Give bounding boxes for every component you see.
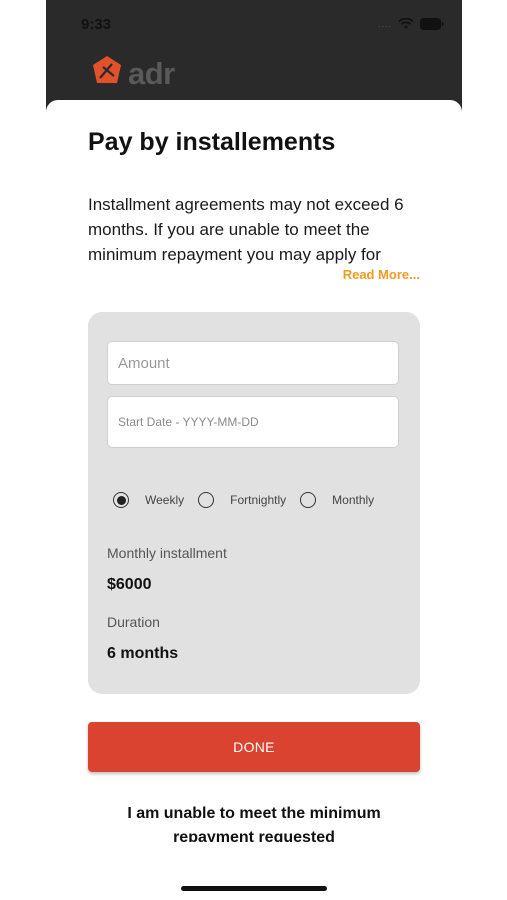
radio-unchecked-icon	[300, 492, 317, 508]
status-time: 9:33	[81, 16, 112, 33]
radio-unchecked-icon	[198, 492, 215, 508]
read-more-link[interactable]: Read More...	[343, 267, 420, 282]
duration-label: Duration	[107, 614, 160, 630]
adr-logo-icon	[90, 54, 124, 93]
installments-sheet: Pay by installements Installment agreeme…	[46, 100, 462, 900]
radio-fortnightly-label: Fortnightly	[230, 493, 287, 507]
brand-name: adr	[128, 55, 175, 91]
duration-value: 6 months	[107, 645, 179, 662]
radio-weekly[interactable]: Weekly	[113, 492, 184, 508]
radio-monthly-label: Monthly	[332, 493, 375, 507]
unable-to-pay-link[interactable]: I am unable to meet the minimum repaymen…	[86, 802, 422, 842]
done-button[interactable]: DONE	[88, 722, 420, 772]
radio-dot	[116, 495, 126, 505]
installment-label: Monthly installment	[107, 545, 227, 561]
frequency-radio-group: Weekly Fortnightly Monthly	[113, 492, 413, 508]
signal-icon: ....	[377, 19, 392, 29]
phone-screen: 9:33 .... adr Pay by installements Insta…	[46, 0, 462, 900]
status-icons: ....	[378, 18, 444, 30]
installment-form-card: Weekly Fortnightly Monthly Monthly insta…	[88, 312, 420, 694]
start-date-input[interactable]	[107, 396, 399, 448]
radio-fortnightly[interactable]: Fortnightly	[198, 492, 286, 508]
wifi-icon	[398, 18, 414, 30]
radio-monthly[interactable]: Monthly	[300, 492, 374, 508]
home-indicator	[181, 886, 327, 891]
sheet-title: Pay by installements	[88, 128, 336, 156]
brand: adr	[90, 54, 175, 93]
sheet-description: Installment agreements may not exceed 6 …	[88, 195, 404, 264]
radio-checked-icon	[113, 492, 129, 508]
radio-weekly-label: Weekly	[145, 493, 185, 507]
installment-value: $6000	[107, 576, 152, 593]
battery-icon	[420, 18, 444, 30]
amount-input[interactable]	[107, 341, 399, 385]
